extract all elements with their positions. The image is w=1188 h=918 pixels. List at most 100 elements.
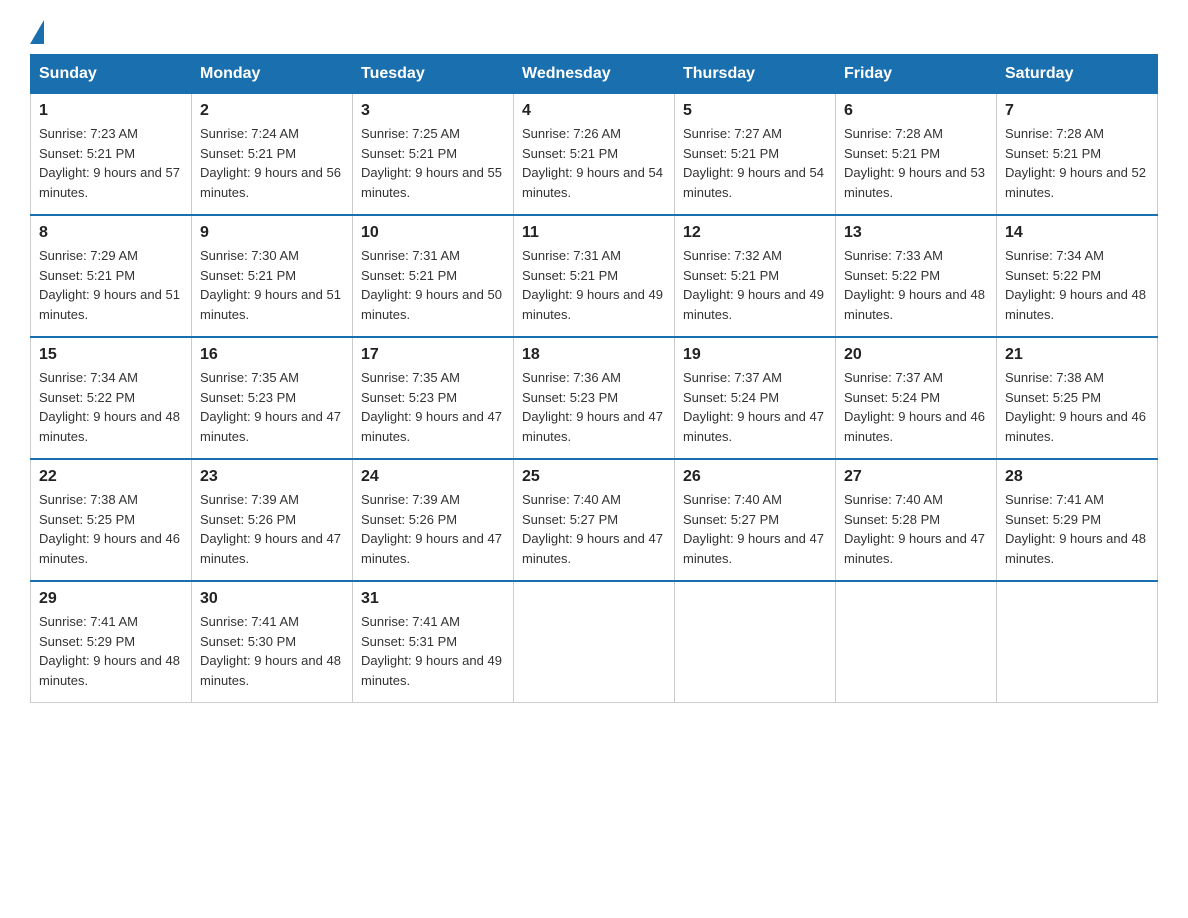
- day-info: Sunrise: 7:35 AMSunset: 5:23 PMDaylight:…: [200, 368, 344, 446]
- day-header-wednesday: Wednesday: [514, 55, 675, 94]
- calendar-cell: 21 Sunrise: 7:38 AMSunset: 5:25 PMDayligh…: [997, 337, 1158, 459]
- day-info: Sunrise: 7:38 AMSunset: 5:25 PMDaylight:…: [1005, 368, 1149, 446]
- day-number: 27: [844, 468, 988, 486]
- day-number: 21: [1005, 346, 1149, 364]
- day-number: 17: [361, 346, 505, 364]
- calendar-week-row: 15 Sunrise: 7:34 AMSunset: 5:22 PMDayligh…: [31, 337, 1158, 459]
- calendar-cell: 10 Sunrise: 7:31 AMSunset: 5:21 PMDayligh…: [353, 215, 514, 337]
- calendar-week-row: 1 Sunrise: 7:23 AMSunset: 5:21 PMDaylight…: [31, 94, 1158, 216]
- day-info: Sunrise: 7:40 AMSunset: 5:28 PMDaylight:…: [844, 490, 988, 568]
- day-number: 24: [361, 468, 505, 486]
- day-number: 7: [1005, 102, 1149, 120]
- calendar-cell: 5 Sunrise: 7:27 AMSunset: 5:21 PMDaylight…: [675, 94, 836, 216]
- page-header: [30, 20, 1158, 44]
- day-number: 9: [200, 224, 344, 242]
- calendar-cell: 19 Sunrise: 7:37 AMSunset: 5:24 PMDayligh…: [675, 337, 836, 459]
- logo-blue-part: [30, 20, 46, 44]
- day-info: Sunrise: 7:37 AMSunset: 5:24 PMDaylight:…: [683, 368, 827, 446]
- calendar-cell: 23 Sunrise: 7:39 AMSunset: 5:26 PMDayligh…: [192, 459, 353, 581]
- calendar-cell: [675, 581, 836, 703]
- day-info: Sunrise: 7:39 AMSunset: 5:26 PMDaylight:…: [361, 490, 505, 568]
- calendar-cell: 31 Sunrise: 7:41 AMSunset: 5:31 PMDayligh…: [353, 581, 514, 703]
- day-number: 19: [683, 346, 827, 364]
- day-number: 30: [200, 590, 344, 608]
- calendar-cell: 30Sunrise: 7:41 AMSunset: 5:30 PMDayligh…: [192, 581, 353, 703]
- day-header-thursday: Thursday: [675, 55, 836, 94]
- day-number: 29: [39, 590, 183, 608]
- day-info: Sunrise: 7:35 AMSunset: 5:23 PMDaylight:…: [361, 368, 505, 446]
- day-number: 5: [683, 102, 827, 120]
- day-info: Sunrise: 7:41 AMSunset: 5:29 PMDaylight:…: [39, 612, 183, 690]
- calendar-cell: 16 Sunrise: 7:35 AMSunset: 5:23 PMDayligh…: [192, 337, 353, 459]
- day-info: Sunrise: 7:31 AMSunset: 5:21 PMDaylight:…: [522, 246, 666, 324]
- day-info: Sunrise: 7:28 AMSunset: 5:21 PMDaylight:…: [844, 124, 988, 202]
- day-number: 4: [522, 102, 666, 120]
- day-number: 3: [361, 102, 505, 120]
- day-info: Sunrise: 7:39 AMSunset: 5:26 PMDaylight:…: [200, 490, 344, 568]
- calendar-cell: 14 Sunrise: 7:34 AMSunset: 5:22 PMDayligh…: [997, 215, 1158, 337]
- calendar-cell: [836, 581, 997, 703]
- calendar-cell: 1 Sunrise: 7:23 AMSunset: 5:21 PMDaylight…: [31, 94, 192, 216]
- day-info: Sunrise: 7:34 AMSunset: 5:22 PMDaylight:…: [39, 368, 183, 446]
- calendar-cell: 18 Sunrise: 7:36 AMSunset: 5:23 PMDayligh…: [514, 337, 675, 459]
- calendar-cell: 3 Sunrise: 7:25 AMSunset: 5:21 PMDaylight…: [353, 94, 514, 216]
- day-number: 31: [361, 590, 505, 608]
- calendar-cell: 13 Sunrise: 7:33 AMSunset: 5:22 PMDayligh…: [836, 215, 997, 337]
- day-number: 14: [1005, 224, 1149, 242]
- day-number: 25: [522, 468, 666, 486]
- day-info: Sunrise: 7:30 AMSunset: 5:21 PMDaylight:…: [200, 246, 344, 324]
- calendar-cell: 8 Sunrise: 7:29 AMSunset: 5:21 PMDaylight…: [31, 215, 192, 337]
- calendar-cell: 24 Sunrise: 7:39 AMSunset: 5:26 PMDayligh…: [353, 459, 514, 581]
- day-info: Sunrise: 7:34 AMSunset: 5:22 PMDaylight:…: [1005, 246, 1149, 324]
- day-number: 8: [39, 224, 183, 242]
- day-info: Sunrise: 7:37 AMSunset: 5:24 PMDaylight:…: [844, 368, 988, 446]
- day-number: 1: [39, 102, 183, 120]
- calendar-cell: 29 Sunrise: 7:41 AMSunset: 5:29 PMDayligh…: [31, 581, 192, 703]
- day-header-tuesday: Tuesday: [353, 55, 514, 94]
- calendar-week-row: 29 Sunrise: 7:41 AMSunset: 5:29 PMDayligh…: [31, 581, 1158, 703]
- calendar-cell: 12 Sunrise: 7:32 AMSunset: 5:21 PMDayligh…: [675, 215, 836, 337]
- day-number: 26: [683, 468, 827, 486]
- calendar-cell: 4 Sunrise: 7:26 AMSunset: 5:21 PMDaylight…: [514, 94, 675, 216]
- calendar-week-row: 8 Sunrise: 7:29 AMSunset: 5:21 PMDaylight…: [31, 215, 1158, 337]
- day-info: Sunrise: 7:25 AMSunset: 5:21 PMDaylight:…: [361, 124, 505, 202]
- day-info: Sunrise: 7:33 AMSunset: 5:22 PMDaylight:…: [844, 246, 988, 324]
- day-info: Sunrise: 7:29 AMSunset: 5:21 PMDaylight:…: [39, 246, 183, 324]
- day-info: Sunrise: 7:24 AMSunset: 5:21 PMDaylight:…: [200, 124, 344, 202]
- day-info: Sunrise: 7:40 AMSunset: 5:27 PMDaylight:…: [683, 490, 827, 568]
- day-number: 13: [844, 224, 988, 242]
- day-number: 23: [200, 468, 344, 486]
- day-number: 18: [522, 346, 666, 364]
- day-info: Sunrise: 7:27 AMSunset: 5:21 PMDaylight:…: [683, 124, 827, 202]
- logo-triangle-icon: [30, 20, 44, 44]
- day-header-friday: Friday: [836, 55, 997, 94]
- calendar-week-row: 22 Sunrise: 7:38 AMSunset: 5:25 PMDayligh…: [31, 459, 1158, 581]
- day-info: Sunrise: 7:32 AMSunset: 5:21 PMDaylight:…: [683, 246, 827, 324]
- calendar-cell: 2Sunrise: 7:24 AMSunset: 5:21 PMDaylight…: [192, 94, 353, 216]
- calendar-cell: 15 Sunrise: 7:34 AMSunset: 5:22 PMDayligh…: [31, 337, 192, 459]
- day-info: Sunrise: 7:41 AMSunset: 5:31 PMDaylight:…: [361, 612, 505, 690]
- calendar-cell: 27 Sunrise: 7:40 AMSunset: 5:28 PMDayligh…: [836, 459, 997, 581]
- day-number: 10: [361, 224, 505, 242]
- calendar-cell: [997, 581, 1158, 703]
- day-info: Sunrise: 7:36 AMSunset: 5:23 PMDaylight:…: [522, 368, 666, 446]
- day-number: 15: [39, 346, 183, 364]
- calendar-cell: 25Sunrise: 7:40 AMSunset: 5:27 PMDayligh…: [514, 459, 675, 581]
- day-info: Sunrise: 7:28 AMSunset: 5:21 PMDaylight:…: [1005, 124, 1149, 202]
- calendar-cell: 20 Sunrise: 7:37 AMSunset: 5:24 PMDayligh…: [836, 337, 997, 459]
- calendar-cell: 28Sunrise: 7:41 AMSunset: 5:29 PMDayligh…: [997, 459, 1158, 581]
- calendar-cell: 9 Sunrise: 7:30 AMSunset: 5:21 PMDaylight…: [192, 215, 353, 337]
- day-info: Sunrise: 7:26 AMSunset: 5:21 PMDaylight:…: [522, 124, 666, 202]
- day-header-saturday: Saturday: [997, 55, 1158, 94]
- calendar-header-row: SundayMondayTuesdayWednesdayThursdayFrid…: [31, 55, 1158, 94]
- day-number: 20: [844, 346, 988, 364]
- day-number: 16: [200, 346, 344, 364]
- day-info: Sunrise: 7:38 AMSunset: 5:25 PMDaylight:…: [39, 490, 183, 568]
- calendar-cell: 17 Sunrise: 7:35 AMSunset: 5:23 PMDayligh…: [353, 337, 514, 459]
- day-number: 22: [39, 468, 183, 486]
- calendar-table: SundayMondayTuesdayWednesdayThursdayFrid…: [30, 54, 1158, 703]
- day-info: Sunrise: 7:31 AMSunset: 5:21 PMDaylight:…: [361, 246, 505, 324]
- day-number: 12: [683, 224, 827, 242]
- calendar-cell: [514, 581, 675, 703]
- day-info: Sunrise: 7:23 AMSunset: 5:21 PMDaylight:…: [39, 124, 183, 202]
